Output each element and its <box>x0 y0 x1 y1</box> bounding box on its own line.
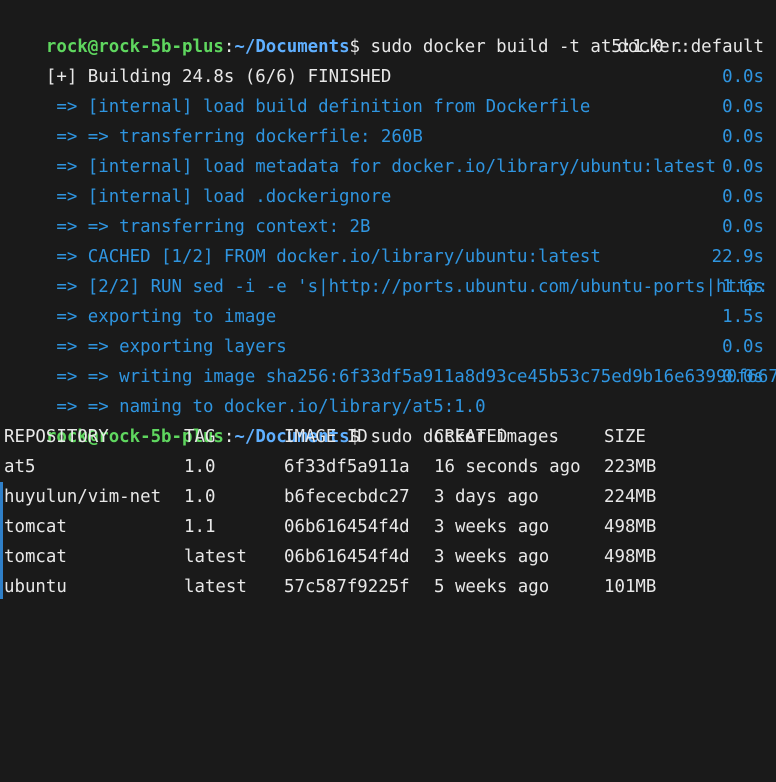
build-step-time: 0.0s <box>722 367 764 387</box>
cell-tag: latest <box>184 547 247 567</box>
cell-created: 5 weeks ago <box>434 577 550 597</box>
prompt-line-build: rock@rock-5b-plus:~/Documents$ sudo dock… <box>4 2 776 57</box>
build-step: => [internal] load build definition from… <box>4 62 776 117</box>
cell-size: 223MB <box>604 457 657 477</box>
build-step: => CACHED [1/2] FROM docker.io/library/u… <box>4 212 776 267</box>
cell-size: 224MB <box>604 487 657 507</box>
cell-repository: tomcat <box>4 547 67 567</box>
table-row: at5 1.0 6f33df5a911a 16 seconds ago 223M… <box>4 452 776 482</box>
cell-image-id: 06b616454f4d <box>284 547 410 567</box>
build-step-time: 0.0s <box>722 67 764 87</box>
build-step: => [internal] load metadata for docker.i… <box>4 122 776 177</box>
header-created: CREATED <box>434 427 508 447</box>
table-row: tomcat 1.1 06b616454f4d 3 weeks ago 498M… <box>4 512 776 542</box>
build-context: docker:default <box>617 37 764 57</box>
cell-image-id: 06b616454f4d <box>284 517 410 537</box>
build-step-time: 0.0s <box>722 127 764 147</box>
cell-image-id: 57c587f9225f <box>284 577 410 597</box>
cell-created: 3 weeks ago <box>434 547 550 567</box>
header-image-id: IMAGE ID <box>284 427 368 447</box>
cell-repository: tomcat <box>4 517 67 537</box>
cell-tag: 1.0 <box>184 487 216 507</box>
images-table-header: REPOSITORY TAG IMAGE ID CREATED SIZE <box>4 422 776 452</box>
build-step-time: 1.6s <box>722 277 764 297</box>
build-step-time: 0.0s <box>722 157 764 177</box>
header-repository: REPOSITORY <box>4 427 109 447</box>
build-step-time: 1.5s <box>722 307 764 327</box>
build-step-time: 0.0s <box>722 337 764 357</box>
build-step-time: 0.0s <box>722 217 764 237</box>
build-status-line: [+] Building 24.8s (6/6) FINISHED docker… <box>4 32 776 87</box>
build-step: => => transferring context: 2B 0.0s <box>4 182 776 237</box>
build-step: => exporting to image 1.6s <box>4 272 776 327</box>
build-step-time: 22.9s <box>711 247 764 267</box>
cell-size: 498MB <box>604 517 657 537</box>
build-step: => => writing image sha256:6f33df5a911a8… <box>4 332 776 387</box>
cell-tag: latest <box>184 577 247 597</box>
cell-repository: at5 <box>4 457 36 477</box>
build-step: => => exporting layers 1.5s <box>4 302 776 357</box>
build-step: => => naming to docker.io/library/at5:1.… <box>4 362 776 417</box>
build-step-time: 0.0s <box>722 97 764 117</box>
build-step: => => transferring dockerfile: 260B 0.0s <box>4 92 776 147</box>
build-step: => [2/2] RUN sed -i -e 's|http://ports.u… <box>4 242 776 297</box>
cell-tag: 1.1 <box>184 517 216 537</box>
cell-created: 3 days ago <box>434 487 539 507</box>
terminal-window[interactable]: rock@rock-5b-plus:~/Documents$ sudo dock… <box>0 0 776 599</box>
cell-repository: huyulun/vim-net <box>4 487 162 507</box>
table-row: ubuntu latest 57c587f9225f 5 weeks ago 1… <box>4 572 776 602</box>
build-step: => [internal] load .dockerignore 0.0s <box>4 152 776 207</box>
header-size: SIZE <box>604 427 646 447</box>
cell-created: 16 seconds ago <box>434 457 581 477</box>
prompt-line-images: rock@rock-5b-plus:~/Documents$ sudo dock… <box>4 392 776 447</box>
cell-image-id: 6f33df5a911a <box>284 457 410 477</box>
cell-created: 3 weeks ago <box>434 517 550 537</box>
cell-size: 101MB <box>604 577 657 597</box>
cell-size: 498MB <box>604 547 657 567</box>
cell-image-id: b6fececbdc27 <box>284 487 410 507</box>
build-step-time: 0.0s <box>722 187 764 207</box>
cell-repository: ubuntu <box>4 577 67 597</box>
cell-tag: 1.0 <box>184 457 216 477</box>
header-tag: TAG <box>184 427 216 447</box>
selection-marker <box>0 482 3 599</box>
table-row: tomcat latest 06b616454f4d 3 weeks ago 4… <box>4 542 776 572</box>
table-row: huyulun/vim-net 1.0 b6fececbdc27 3 days … <box>4 482 776 512</box>
